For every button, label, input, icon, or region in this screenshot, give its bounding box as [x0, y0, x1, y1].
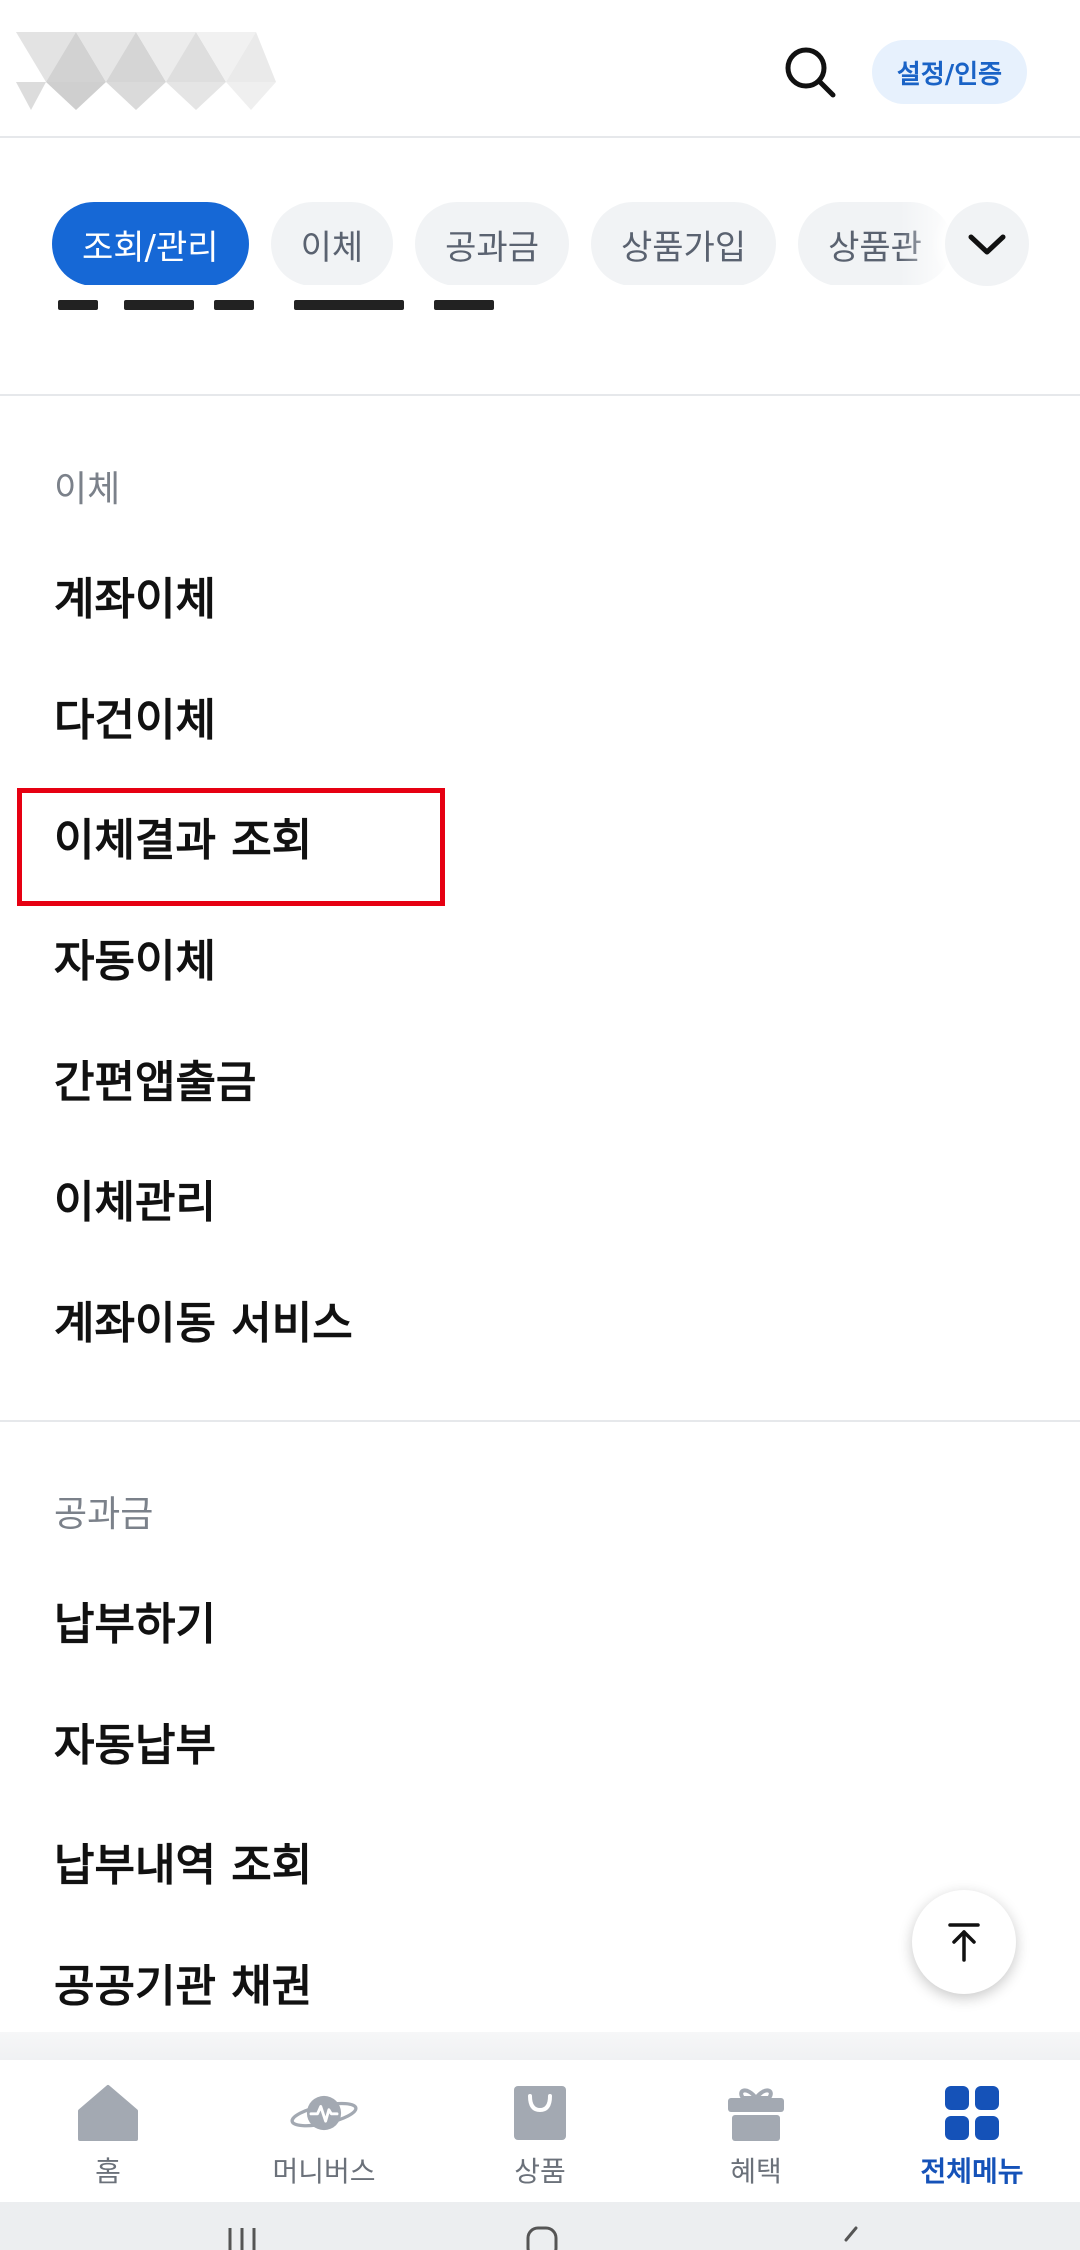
chip-product-signup[interactable]: 상품가입: [590, 202, 777, 285]
back-icon[interactable]: [836, 2224, 866, 2250]
grid-menu-icon: [937, 2082, 1007, 2144]
system-navigation-bar: [0, 2202, 1080, 2250]
nav-label: 홈: [95, 2155, 121, 2188]
menu-item-account-transfer[interactable]: 계좌이체: [54, 572, 216, 628]
nav-label: 머니버스: [272, 2155, 376, 2188]
gift-icon: [721, 2082, 791, 2144]
nav-label: 전체메뉴: [920, 2155, 1024, 2188]
scrolled-text-remnant: [54, 300, 554, 322]
search-icon: [785, 47, 836, 98]
menu-item-easy-app-withdrawal[interactable]: 간편앱출금: [54, 1055, 256, 1111]
menu-item-transfer-management[interactable]: 이체관리: [54, 1175, 216, 1231]
bottom-navigation: 홈 머니버스 상품 혜택 전체메뉴: [0, 2060, 1080, 2202]
section-divider: [0, 1420, 1080, 1422]
chip-list: 조회/관리 이체 공과금 상품가입 상품관: [52, 202, 952, 285]
chevron-down-icon: [968, 234, 1006, 255]
section-title-utility: 공과금: [54, 1494, 154, 1535]
app-header: 설정/인증: [0, 0, 1080, 138]
section-title-transfer: 이체: [54, 469, 121, 510]
nav-all-menu[interactable]: 전체메뉴: [864, 2060, 1080, 2202]
expand-chips-button[interactable]: [945, 202, 1029, 286]
planet-icon: [289, 2082, 359, 2144]
category-chip-bar: 조회/관리 이체 공과금 상품가입 상품관: [0, 140, 1080, 285]
menu-item-auto-payment[interactable]: 자동납부: [54, 1718, 216, 1774]
shopping-bag-icon: [505, 2082, 575, 2144]
menu-item-auto-transfer[interactable]: 자동이체: [54, 934, 216, 990]
scroll-to-top-button[interactable]: [912, 1890, 1016, 1994]
chip-transfer[interactable]: 이체: [270, 202, 394, 285]
nav-moneyverse[interactable]: 머니버스: [216, 2060, 432, 2202]
search-button[interactable]: [778, 40, 842, 104]
nav-label: 상품: [514, 2155, 566, 2188]
chip-utility-bills[interactable]: 공과금: [415, 202, 569, 285]
nav-label: 혜택: [730, 2155, 782, 2188]
blurred-logo: [16, 22, 316, 112]
arrow-up-icon: [948, 1923, 980, 1962]
menu-item-account-switch-service[interactable]: 계좌이동 서비스: [54, 1296, 353, 1352]
chip-inquiry-management[interactable]: 조회/관리: [52, 202, 249, 285]
recent-apps-icon[interactable]: [222, 2224, 262, 2250]
settings-auth-button[interactable]: 설정/인증: [872, 40, 1027, 104]
section-divider: [0, 394, 1080, 396]
home-icon: [73, 2082, 143, 2144]
nav-benefits[interactable]: 혜택: [648, 2060, 864, 2202]
nav-products[interactable]: 상품: [432, 2060, 648, 2202]
menu-item-public-bonds[interactable]: 공공기관 채권: [54, 1959, 312, 2015]
home-button-icon[interactable]: [522, 2224, 562, 2250]
menu-item-multi-transfer[interactable]: 다건이체: [54, 693, 216, 749]
menu-item-pay[interactable]: 납부하기: [54, 1597, 216, 1653]
bottom-nav-shadow: [0, 2032, 1080, 2060]
menu-item-payment-history[interactable]: 납부내역 조회: [54, 1838, 312, 1894]
nav-home[interactable]: 홈: [0, 2060, 216, 2202]
highlight-box: [17, 788, 445, 906]
